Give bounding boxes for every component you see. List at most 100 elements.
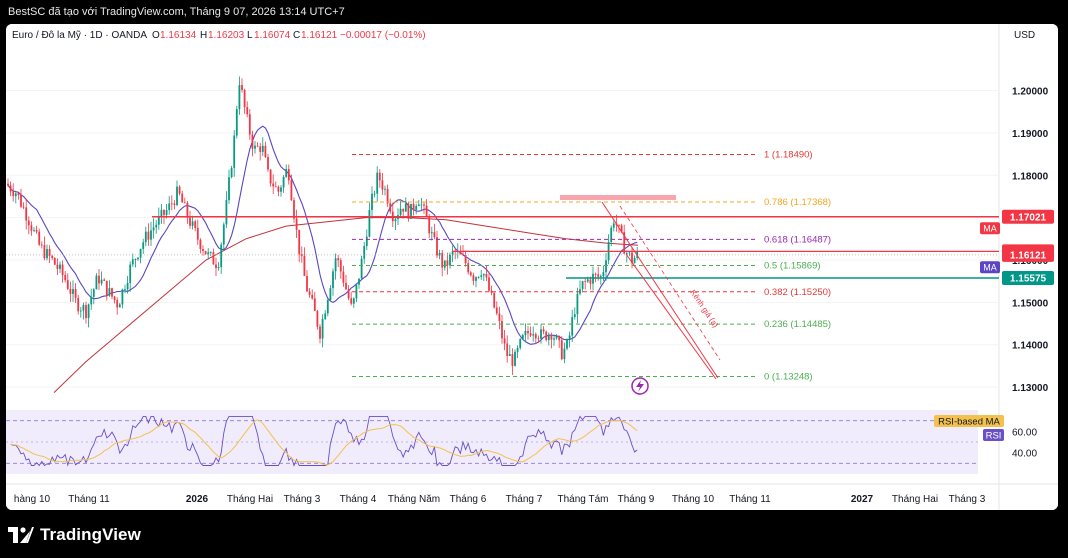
candle-body[interactable]: [85, 305, 87, 319]
candle-body[interactable]: [90, 296, 93, 305]
candle-body[interactable]: [516, 347, 519, 352]
candle-body[interactable]: [376, 172, 379, 194]
candle-body[interactable]: [95, 275, 98, 290]
candle-body[interactable]: [46, 249, 48, 259]
candle-body[interactable]: [134, 259, 137, 260]
candle-body[interactable]: [547, 334, 550, 341]
candle-body[interactable]: [282, 176, 285, 188]
candle-body[interactable]: [103, 279, 106, 281]
candle-body[interactable]: [254, 145, 256, 149]
candle-body[interactable]: [342, 271, 345, 283]
candle-body[interactable]: [160, 209, 163, 217]
candle-body[interactable]: [381, 180, 384, 190]
candle-body[interactable]: [152, 227, 155, 231]
candle-body[interactable]: [212, 252, 215, 265]
candle-body[interactable]: [14, 193, 17, 197]
candle-body[interactable]: [40, 244, 43, 246]
candle-body[interactable]: [511, 354, 514, 366]
candle-body[interactable]: [599, 275, 602, 277]
candle-body[interactable]: [300, 254, 303, 256]
candle-body[interactable]: [368, 210, 371, 237]
candle-body[interactable]: [308, 291, 311, 295]
candle-body[interactable]: [183, 202, 186, 204]
candle-body[interactable]: [79, 310, 82, 312]
candle-body[interactable]: [586, 279, 589, 282]
candle-body[interactable]: [17, 193, 20, 195]
candle-body[interactable]: [147, 231, 150, 240]
candle-body[interactable]: [259, 146, 262, 152]
candle-body[interactable]: [589, 279, 592, 284]
candle-body[interactable]: [181, 193, 184, 203]
candle-body[interactable]: [176, 186, 178, 205]
candle-body[interactable]: [412, 203, 415, 210]
candle-body[interactable]: [628, 252, 631, 254]
candle-body[interactable]: [72, 289, 74, 294]
candle-body[interactable]: [92, 289, 95, 297]
candle-body[interactable]: [480, 275, 483, 277]
candle-body[interactable]: [399, 208, 402, 216]
candle-body[interactable]: [20, 194, 22, 207]
candle-body[interactable]: [469, 272, 472, 276]
candle-body[interactable]: [553, 338, 555, 340]
candle-body[interactable]: [77, 297, 80, 312]
candle-body[interactable]: [612, 223, 615, 228]
candle-body[interactable]: [30, 225, 33, 231]
candle-body[interactable]: [576, 293, 579, 315]
candle-body[interactable]: [503, 338, 506, 344]
candle-body[interactable]: [558, 336, 561, 341]
candle-body[interactable]: [22, 206, 25, 208]
candle-body[interactable]: [199, 239, 202, 250]
candle-body[interactable]: [508, 354, 511, 356]
candle-body[interactable]: [605, 260, 607, 273]
candle-body[interactable]: [69, 288, 72, 294]
candle-body[interactable]: [365, 236, 368, 247]
candle-body[interactable]: [100, 279, 103, 284]
candle-body[interactable]: [373, 193, 376, 195]
candle-body[interactable]: [189, 217, 191, 226]
candle-body[interactable]: [56, 264, 59, 269]
candle-body[interactable]: [521, 335, 524, 340]
candle-body[interactable]: [498, 313, 501, 321]
candle-body[interactable]: [425, 205, 428, 218]
candle-body[interactable]: [98, 275, 100, 284]
candle-body[interactable]: [358, 278, 360, 285]
candle-body[interactable]: [324, 313, 327, 320]
candle-body[interactable]: [118, 304, 121, 308]
candle-body[interactable]: [384, 188, 386, 190]
candle-body[interactable]: [82, 305, 85, 311]
candle-body[interactable]: [337, 258, 340, 261]
candle-body[interactable]: [602, 272, 605, 276]
resistance-zone[interactable]: [560, 195, 676, 200]
candle-body[interactable]: [402, 208, 405, 212]
candle-body[interactable]: [113, 296, 116, 301]
candle-body[interactable]: [394, 219, 397, 222]
candle-body[interactable]: [482, 274, 485, 276]
candle-body[interactable]: [568, 335, 571, 340]
candle-body[interactable]: [524, 331, 527, 336]
candle-body[interactable]: [386, 188, 389, 204]
candle-body[interactable]: [51, 255, 54, 259]
candle-body[interactable]: [87, 304, 90, 319]
candle-body[interactable]: [352, 298, 355, 304]
candle-body[interactable]: [566, 339, 568, 349]
candle-body[interactable]: [347, 289, 350, 299]
candle-body[interactable]: [74, 289, 77, 298]
candle-body[interactable]: [488, 277, 490, 291]
candle-body[interactable]: [121, 289, 124, 305]
candle-body[interactable]: [59, 264, 61, 269]
candle-body[interactable]: [209, 252, 212, 254]
candle-body[interactable]: [170, 203, 173, 205]
candle-body[interactable]: [420, 204, 423, 206]
candle-body[interactable]: [303, 255, 306, 276]
candle-body[interactable]: [363, 246, 366, 259]
candle-body[interactable]: [360, 258, 363, 279]
candle-body[interactable]: [334, 258, 337, 272]
candle-body[interactable]: [38, 231, 41, 245]
candle-body[interactable]: [428, 217, 431, 234]
candle-body[interactable]: [277, 186, 280, 192]
candle-body[interactable]: [563, 348, 566, 360]
candle-body[interactable]: [571, 317, 574, 336]
candle-body[interactable]: [280, 187, 282, 192]
candle-body[interactable]: [264, 145, 267, 158]
candle-body[interactable]: [126, 282, 129, 290]
